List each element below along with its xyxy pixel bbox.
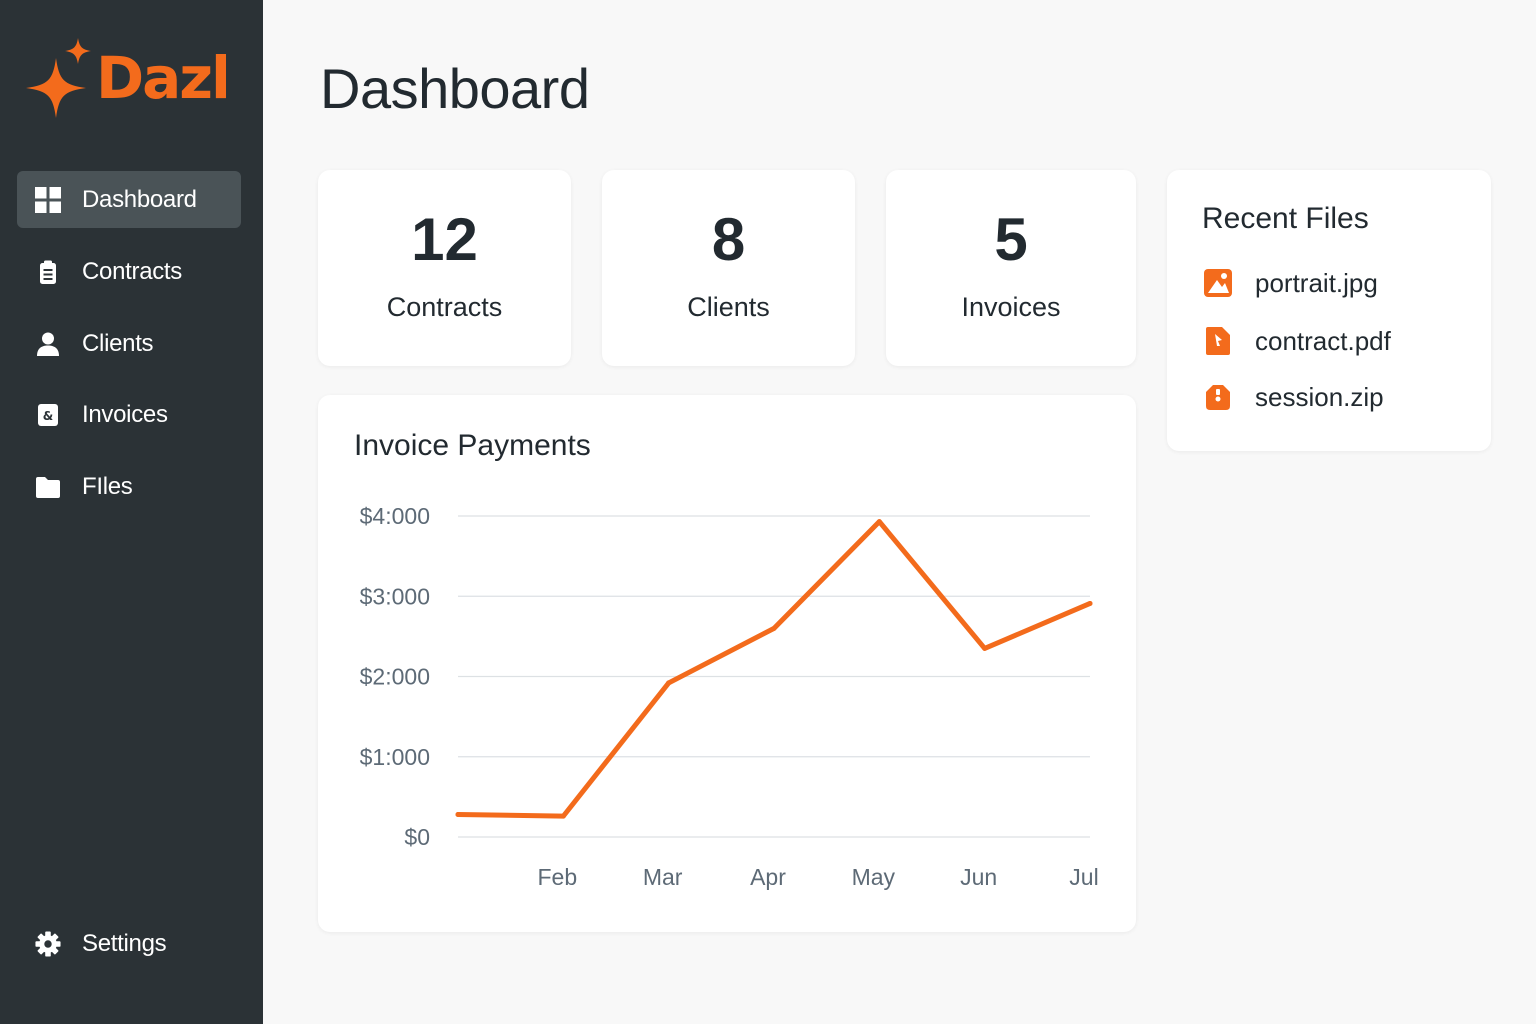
stat-label: Invoices [961, 292, 1061, 322]
data-point[interactable] [560, 813, 566, 819]
page-title: Dashboard [320, 57, 590, 120]
stat-value: 5 [994, 206, 1028, 273]
file-item-portrait[interactable]: portrait.jpg [1201, 266, 1378, 300]
clipboard-icon [35, 259, 61, 285]
recent-files-title: Recent Files [1202, 202, 1369, 235]
sidebar-item-clients[interactable]: Clients [17, 315, 241, 372]
y-tick-label: $1:000 [360, 744, 430, 770]
file-name: contract.pdf [1255, 325, 1391, 356]
data-point[interactable] [455, 812, 461, 818]
x-tick-label: Jun [960, 864, 997, 890]
stat-label: Clients [687, 292, 770, 322]
stat-value: 12 [411, 206, 478, 273]
data-point[interactable] [1087, 600, 1093, 606]
y-tick-label: $3:000 [360, 583, 430, 609]
recent-files-card: Recent Files portrait.jpg contract.pdf s… [1167, 170, 1491, 451]
sidebar-item-contracts[interactable]: Contracts [17, 243, 241, 300]
y-tick-label: $2:000 [360, 664, 430, 690]
file-name: portrait.jpg [1255, 267, 1378, 298]
x-tick-label: Feb [538, 864, 578, 890]
user-icon [35, 331, 61, 357]
data-point[interactable] [666, 680, 672, 686]
stat-label: Contracts [386, 292, 503, 322]
x-tick-label: Jul [1069, 864, 1098, 890]
stat-card-invoices[interactable]: 5 Invoices [886, 170, 1136, 366]
invoice-icon: & [35, 402, 61, 428]
x-tick-label: Apr [750, 864, 786, 890]
stat-card-contracts[interactable]: 12 Contracts [318, 170, 571, 366]
grid-icon [35, 186, 61, 213]
brand-logo[interactable]: Dazl [26, 38, 231, 118]
data-point[interactable] [771, 625, 777, 631]
x-tick-label: Mar [643, 864, 683, 890]
gear-icon [35, 930, 61, 957]
sidebar-item-label: Clients [82, 329, 154, 357]
invoice-payments-card: Invoice Payments $0 $1:000 $2:000 $3:000 $4:… [318, 395, 1136, 932]
file-item-session[interactable]: session.zip [1201, 380, 1384, 414]
sidebar-item-label: FIles [82, 472, 133, 500]
brand-name: Dazl [96, 44, 231, 112]
data-point[interactable] [982, 645, 988, 651]
sidebar-item-invoices[interactable]: & Invoices [17, 386, 241, 443]
sparkle-icon [26, 38, 91, 118]
sidebar-item-settings[interactable]: Settings [17, 915, 241, 972]
y-tick-label: $0 [404, 824, 430, 850]
data-point[interactable] [876, 519, 882, 525]
sidebar-item-files[interactable]: FIles [17, 458, 241, 515]
sidebar-item-dashboard[interactable]: Dashboard [17, 171, 241, 228]
zip-file-icon [1201, 380, 1235, 414]
x-tick-label: May [852, 864, 896, 890]
sidebar: Dazl Dashboard Contracts Clients & Invoi… [0, 0, 263, 1024]
image-file-icon [1201, 266, 1235, 300]
svg-text:&: & [43, 409, 53, 423]
folder-icon [35, 474, 61, 500]
sidebar-item-label: Settings [82, 929, 167, 957]
file-name: session.zip [1255, 381, 1384, 412]
y-tick-label: $4:000 [360, 503, 430, 529]
stat-value: 8 [711, 206, 746, 273]
sidebar-item-label: Contracts [82, 257, 183, 285]
file-item-contract[interactable]: contract.pdf [1201, 324, 1391, 358]
series-line [455, 519, 1093, 819]
invoice-payments-chart: $0 $1:000 $2:000 $3:000 $4:000 Feb Mar Apr May Ju… [360, 503, 1099, 890]
pdf-file-icon [1201, 324, 1235, 358]
stat-card-clients[interactable]: 8 Clients [602, 170, 855, 366]
sidebar-item-label: Dashboard [82, 185, 197, 213]
sidebar-item-label: Invoices [82, 400, 168, 428]
